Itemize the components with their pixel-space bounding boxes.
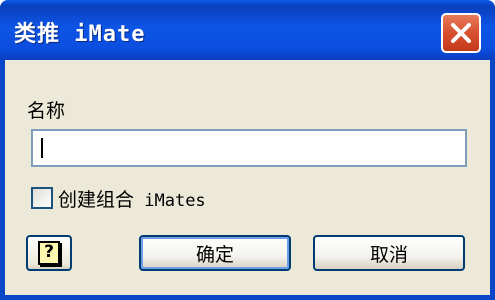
- create-composite-label-en: iMates: [134, 190, 206, 211]
- help-button[interactable]: ?: [26, 235, 72, 271]
- cancel-button[interactable]: 取消: [313, 235, 465, 271]
- help-icon: ?: [38, 241, 60, 265]
- close-button[interactable]: [441, 13, 481, 53]
- title-bar[interactable]: 类推 iMate: [0, 0, 495, 60]
- create-composite-label[interactable]: 创建组合 iMates: [58, 185, 206, 212]
- name-label: 名称: [27, 100, 66, 122]
- dialog-body: 名称 创建组合 iMates ? 确定 取消: [5, 60, 490, 295]
- window-title: 类推 iMate: [14, 22, 146, 47]
- close-icon: [451, 23, 471, 43]
- text-caret: [41, 138, 43, 158]
- name-input[interactable]: [31, 129, 467, 167]
- create-composite-option[interactable]: 创建组合 iMates: [31, 184, 206, 212]
- ok-button[interactable]: 确定: [139, 235, 291, 271]
- create-composite-label-cn: 创建组合: [58, 188, 135, 211]
- dialog-window: 类推 iMate 名称 创建组合 iMates ? 确定 取消: [0, 0, 495, 300]
- create-composite-checkbox[interactable]: [31, 187, 53, 209]
